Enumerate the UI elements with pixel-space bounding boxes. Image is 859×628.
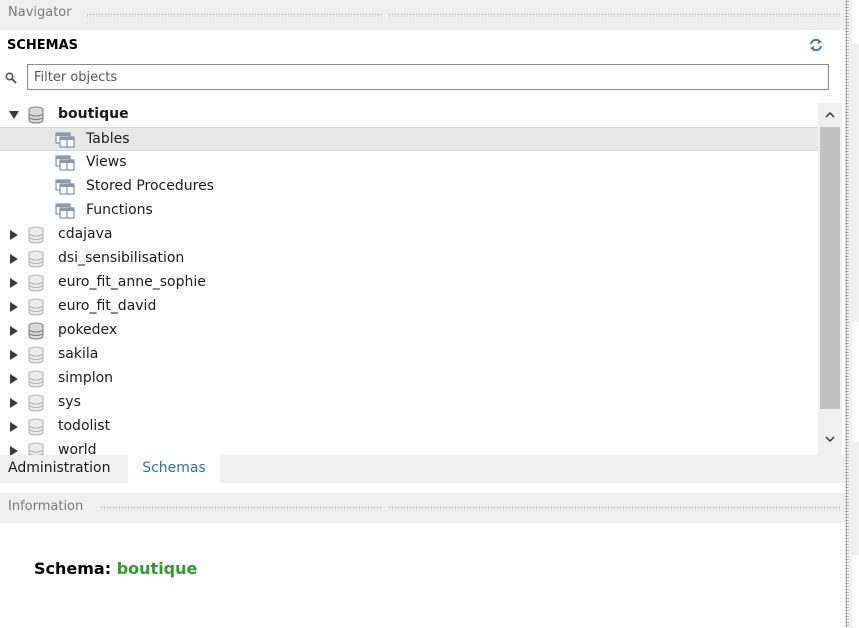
tree-row-tables[interactable]: Tables	[0, 127, 818, 151]
search-icon	[5, 72, 17, 84]
tab-administration[interactable]: Administration	[0, 455, 118, 483]
expand-down-icon[interactable]	[9, 109, 19, 121]
tree-row-schema[interactable]: cdajava	[0, 223, 818, 247]
expand-right-icon[interactable]	[9, 349, 19, 361]
schemas-bar: SCHEMAS	[0, 30, 845, 62]
information-header: Information	[0, 493, 845, 523]
database-icon	[28, 250, 44, 268]
tree-item-label: Stored Procedures	[86, 178, 214, 194]
table-folder-icon	[55, 132, 75, 148]
schema-label: sys	[58, 394, 81, 410]
filter-row	[0, 62, 845, 96]
expand-right-icon[interactable]	[9, 301, 19, 313]
expand-right-icon[interactable]	[9, 373, 19, 385]
expand-right-icon[interactable]	[9, 229, 19, 241]
tree-item-label: Views	[86, 154, 127, 170]
expand-right-icon[interactable]	[9, 445, 19, 455]
database-icon	[28, 346, 44, 364]
database-icon	[28, 442, 44, 455]
database-icon	[28, 106, 44, 124]
tree-row-boutique[interactable]: boutique	[0, 103, 818, 127]
tree-row-schema[interactable]: sakila	[0, 343, 818, 367]
database-icon	[28, 226, 44, 244]
tree-row-schema[interactable]: world	[0, 439, 818, 455]
navigator-title: Navigator	[8, 5, 72, 20]
schemas-title: SCHEMAS	[7, 38, 79, 53]
database-icon	[28, 322, 44, 340]
tree-row-schema[interactable]: euro_fit_anne_sophie	[0, 271, 818, 295]
schema-tree: boutique Tables Views Stored Procedures …	[0, 103, 818, 455]
database-icon	[28, 370, 44, 388]
database-icon	[28, 298, 44, 316]
navigator-tabs: Administration Schemas	[0, 455, 845, 483]
views-folder-icon	[55, 155, 75, 171]
filter-input[interactable]	[27, 64, 829, 90]
tree-item-label: Tables	[86, 131, 130, 147]
tree-row-schema[interactable]: euro_fit_david	[0, 295, 818, 319]
schema-label: euro_fit_david	[58, 298, 157, 314]
procedures-folder-icon	[55, 179, 75, 195]
schema-label: todolist	[58, 418, 111, 434]
tree-row-stored-procedures[interactable]: Stored Procedures	[0, 175, 818, 199]
scrollbar-thumb[interactable]	[820, 127, 840, 409]
tree-row-functions[interactable]: Functions	[0, 199, 818, 223]
expand-right-icon[interactable]	[9, 421, 19, 433]
tree-row-schema[interactable]: pokedex	[0, 319, 818, 343]
database-icon	[28, 274, 44, 292]
schema-label: dsi_sensibilisation	[58, 250, 185, 266]
schema-label: euro_fit_anne_sophie	[58, 274, 206, 290]
tree-row-schema[interactable]: todolist	[0, 415, 818, 439]
refresh-icon[interactable]	[808, 37, 824, 53]
right-panel-block	[852, 0, 859, 44]
expand-right-icon[interactable]	[9, 325, 19, 337]
expand-right-icon[interactable]	[9, 397, 19, 409]
database-icon	[28, 418, 44, 436]
expand-right-icon[interactable]	[9, 253, 19, 265]
expand-right-icon[interactable]	[9, 277, 19, 289]
tab-schemas[interactable]: Schemas	[128, 455, 220, 483]
header-grip	[100, 506, 382, 510]
information-title: Information	[8, 499, 84, 514]
header-grip-right	[388, 506, 840, 510]
database-icon	[28, 394, 44, 412]
tree-row-views[interactable]: Views	[0, 151, 818, 175]
navigator-header: Navigator	[0, 0, 845, 30]
tree-scrollbar[interactable]	[818, 103, 842, 455]
schema-label: sakila	[58, 346, 99, 362]
tree-row-schema[interactable]: simplon	[0, 367, 818, 391]
schema-label: boutique	[58, 106, 129, 122]
schema-label: cdajava	[58, 226, 113, 242]
information-panel: Schema: boutique	[0, 523, 845, 628]
tree-row-schema[interactable]: dsi_sensibilisation	[0, 247, 818, 271]
schema-label: world	[58, 442, 97, 455]
right-panel-block	[852, 555, 859, 628]
schema-info-name: boutique	[116, 559, 198, 578]
chevron-down-icon[interactable]	[824, 433, 836, 445]
functions-folder-icon	[55, 203, 75, 219]
chevron-up-icon[interactable]	[824, 109, 836, 121]
tree-row-schema[interactable]: sys	[0, 391, 818, 415]
right-panel-block	[852, 322, 859, 442]
header-grip	[86, 13, 382, 17]
schema-info-label: Schema:	[34, 559, 112, 578]
panel-splitter[interactable]	[845, 0, 849, 628]
tree-item-label: Functions	[86, 202, 153, 218]
schema-label: simplon	[58, 370, 114, 386]
header-grip-right	[388, 13, 840, 17]
schema-info: Schema: boutique	[34, 559, 197, 578]
schema-label: pokedex	[58, 322, 118, 338]
